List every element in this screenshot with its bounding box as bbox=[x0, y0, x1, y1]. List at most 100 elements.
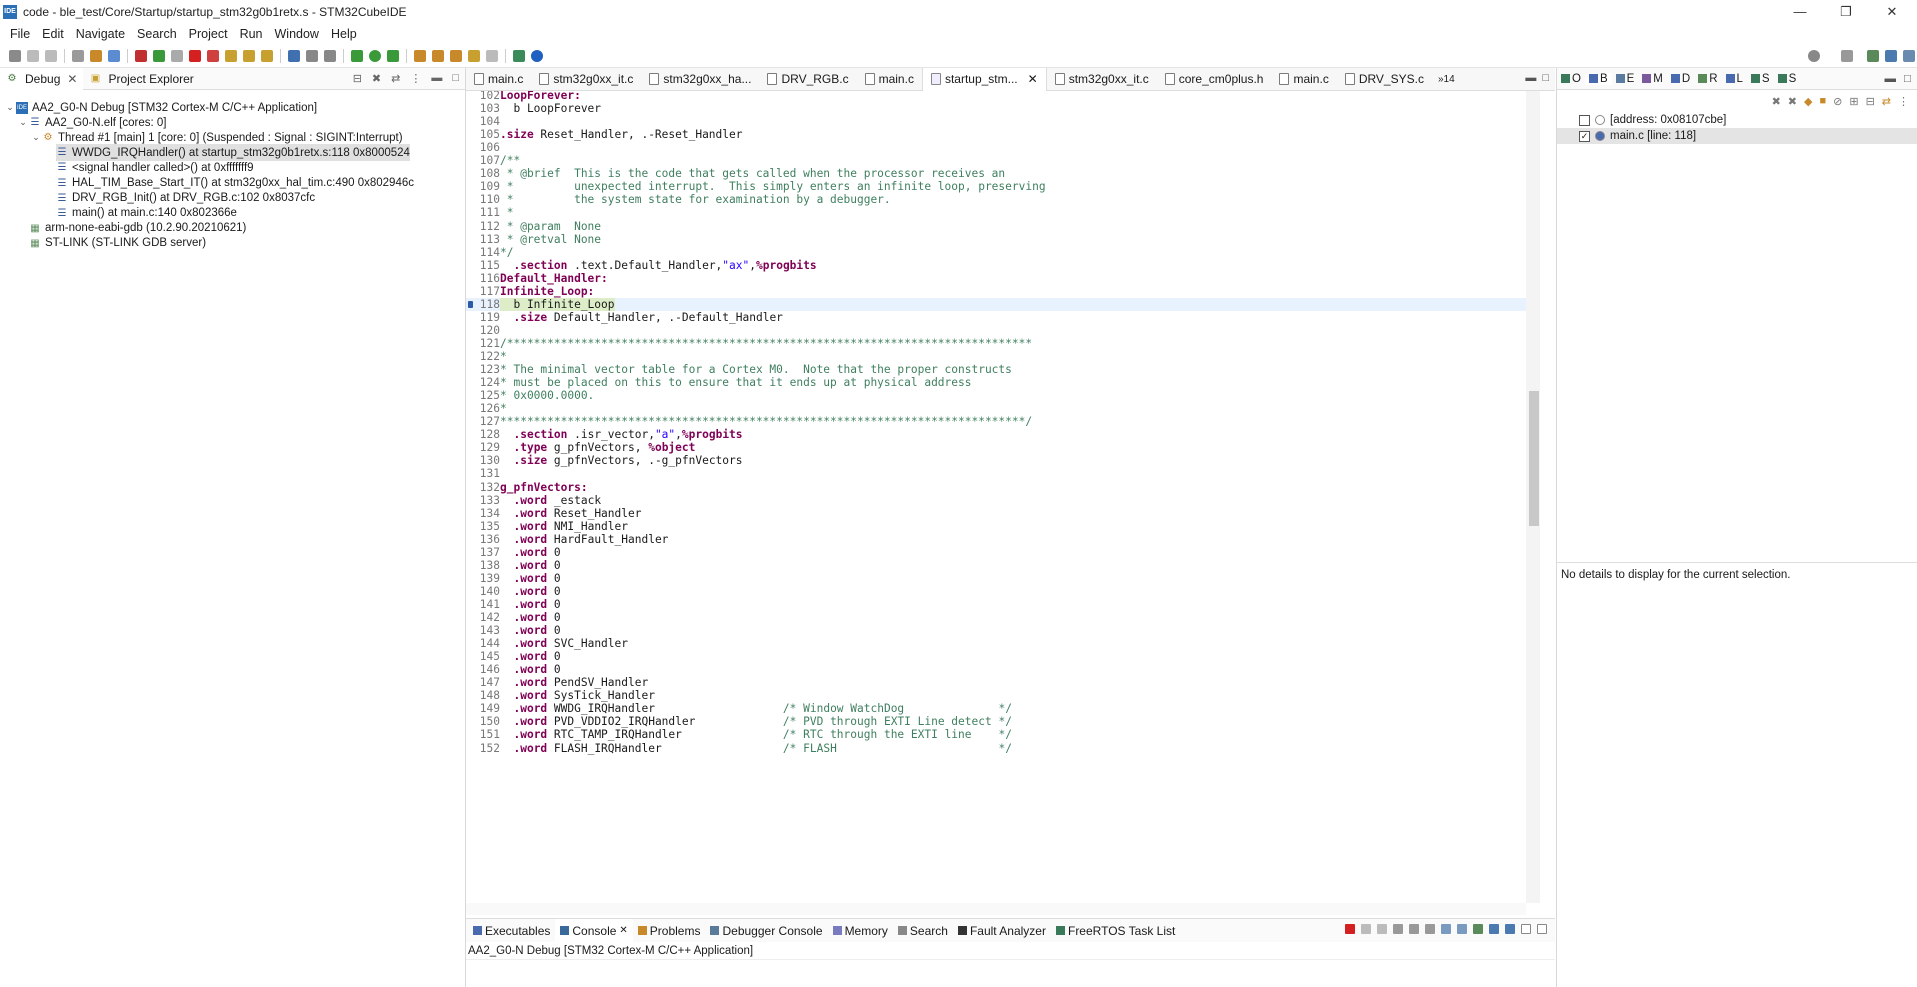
right-tab-l-6[interactable]: L bbox=[1722, 73, 1747, 85]
link-editor-icon[interactable]: ⇄ bbox=[1882, 95, 1891, 108]
forward-icon[interactable] bbox=[486, 49, 498, 62]
tab-search[interactable]: Search bbox=[893, 919, 953, 942]
run-icon[interactable] bbox=[369, 49, 381, 62]
step-into-icon[interactable] bbox=[225, 49, 237, 62]
maximize-view-icon[interactable]: □ bbox=[452, 72, 459, 85]
expand-all-icon[interactable]: ⊞ bbox=[1849, 95, 1858, 108]
restart-icon[interactable] bbox=[324, 49, 336, 62]
editor-tab-stm32g0xx-it-c[interactable]: stm32g0xx_it.c bbox=[531, 68, 641, 91]
editor-tab-startup-stm-[interactable]: startup_stm... ✕ bbox=[921, 67, 1047, 91]
save-all-icon[interactable] bbox=[45, 49, 57, 62]
open-console-icon[interactable] bbox=[1505, 924, 1515, 934]
collapse-all-icon[interactable]: ⊟ bbox=[353, 72, 362, 85]
info-icon[interactable] bbox=[531, 49, 543, 62]
tab-freertos-task-list[interactable]: FreeRTOS Task List bbox=[1051, 919, 1180, 942]
right-tab-s-8[interactable]: S bbox=[1774, 73, 1801, 85]
right-tab-o-0[interactable]: O bbox=[1557, 73, 1585, 85]
suspend-icon[interactable] bbox=[171, 49, 183, 62]
pin-console-icon[interactable] bbox=[1473, 924, 1483, 934]
show-breakpoints-icon[interactable]: ◆ bbox=[1804, 95, 1812, 108]
scroll-lock-icon[interactable] bbox=[1409, 924, 1419, 934]
minimize-button[interactable]: — bbox=[1777, 0, 1823, 23]
cpp-perspective-icon[interactable] bbox=[1867, 49, 1879, 62]
open-perspective-icon[interactable] bbox=[513, 49, 525, 62]
tab-fault-analyzer[interactable]: Fault Analyzer bbox=[953, 919, 1051, 942]
vertical-scrollbar[interactable] bbox=[1526, 91, 1540, 903]
goto-file-icon[interactable]: ■ bbox=[1819, 95, 1826, 107]
show-on-error-icon[interactable] bbox=[1457, 924, 1467, 934]
debug-icon[interactable] bbox=[351, 49, 363, 62]
remove-breakpoint-icon[interactable]: ✖ bbox=[1772, 95, 1781, 108]
close-window-button[interactable]: ✕ bbox=[1869, 0, 1915, 23]
menu-help[interactable]: Help bbox=[325, 27, 363, 41]
remove-terminated-icon[interactable]: ✖ bbox=[372, 72, 381, 85]
right-tab-s-7[interactable]: S bbox=[1747, 73, 1774, 85]
horizontal-scrollbar[interactable] bbox=[466, 903, 1526, 915]
minimize-view-icon[interactable]: ▬ bbox=[1525, 72, 1536, 84]
menu-search[interactable]: Search bbox=[131, 27, 183, 41]
reset-icon[interactable] bbox=[306, 49, 318, 62]
right-tab-m-3[interactable]: M bbox=[1638, 73, 1667, 85]
clear-console-icon[interactable] bbox=[1393, 924, 1403, 934]
collapse-all-icon[interactable]: ⊟ bbox=[1866, 95, 1875, 108]
breakpoint-item[interactable]: [address: 0x08107cbe] bbox=[1557, 112, 1917, 128]
tab-overflow[interactable]: »14 bbox=[1438, 74, 1455, 85]
link-icon[interactable]: ⇄ bbox=[391, 72, 400, 85]
debug-perspective-icon[interactable] bbox=[1903, 49, 1915, 62]
expand-toggle-icon[interactable]: ⌄ bbox=[30, 132, 42, 143]
editor-tab-main-c[interactable]: main.c bbox=[466, 68, 531, 91]
minimize-view-icon[interactable]: ▬ bbox=[431, 72, 442, 85]
scrollbar-thumb[interactable] bbox=[1529, 391, 1539, 526]
tab-problems[interactable]: Problems bbox=[633, 919, 706, 942]
instruction-stepping-icon[interactable] bbox=[288, 49, 300, 62]
restore-button[interactable]: ❐ bbox=[1823, 0, 1869, 23]
expand-toggle-icon[interactable]: ⌄ bbox=[17, 117, 29, 128]
tab-executables[interactable]: Executables bbox=[468, 919, 555, 942]
step-return-icon[interactable] bbox=[261, 49, 273, 62]
menu-window[interactable]: Window bbox=[269, 27, 325, 41]
maximize-view-icon[interactable] bbox=[1537, 924, 1547, 934]
tree-row[interactable]: ▦ ST-LINK (ST-LINK GDB server) bbox=[17, 235, 206, 252]
perspective-icon[interactable] bbox=[1841, 49, 1853, 62]
close-icon[interactable]: ✕ bbox=[619, 925, 627, 936]
view-menu-icon[interactable]: ⋮ bbox=[410, 72, 421, 85]
maximize-view-icon[interactable]: □ bbox=[1542, 72, 1549, 84]
editor-tab-core-cm0plus-h[interactable]: core_cm0plus.h bbox=[1157, 68, 1272, 91]
show-on-output-icon[interactable] bbox=[1441, 924, 1451, 934]
disconnect-icon[interactable] bbox=[135, 49, 147, 62]
close-icon[interactable]: ✕ bbox=[1028, 72, 1038, 86]
right-tab-d-4[interactable]: D bbox=[1667, 73, 1694, 85]
editor-tab-main-c[interactable]: main.c bbox=[857, 68, 922, 91]
remove-launch-icon[interactable] bbox=[1361, 924, 1371, 934]
tab-debugger-console[interactable]: Debugger Console bbox=[705, 919, 827, 942]
right-tab-b-1[interactable]: B bbox=[1584, 72, 1612, 85]
menu-file[interactable]: File bbox=[4, 27, 36, 41]
view-menu-icon[interactable]: ⋮ bbox=[1898, 95, 1909, 108]
next-annotation-icon[interactable] bbox=[414, 49, 426, 62]
maximize-view-icon[interactable]: □ bbox=[1904, 73, 1911, 85]
code-area[interactable]: 102LoopForever: 103 b LoopForever 104 105.s… bbox=[466, 91, 1526, 903]
breakpoint-marker-icon[interactable] bbox=[468, 300, 473, 308]
tab-console[interactable]: Console ✕ bbox=[555, 919, 633, 942]
back-icon[interactable] bbox=[468, 49, 480, 62]
breakpoint-item[interactable]: ✓ main.c [line: 118] bbox=[1557, 128, 1917, 144]
editor-tab-stm32g0xx-ha-[interactable]: stm32g0xx_ha... bbox=[641, 68, 759, 91]
editor-tab-stm32g0xx-it-c[interactable]: stm32g0xx_it.c bbox=[1047, 68, 1157, 91]
right-tab-r-5[interactable]: R bbox=[1694, 73, 1721, 85]
breakpoint-checkbox[interactable]: ✓ bbox=[1579, 130, 1590, 142]
resume-icon[interactable] bbox=[153, 49, 165, 62]
skip-all-icon[interactable]: ⊘ bbox=[1833, 95, 1842, 108]
last-edit-icon[interactable] bbox=[450, 49, 462, 62]
right-tab-e-2[interactable]: E bbox=[1612, 73, 1639, 85]
build-icon[interactable] bbox=[90, 49, 102, 62]
menu-navigate[interactable]: Navigate bbox=[70, 27, 131, 41]
remove-all-icon[interactable] bbox=[1377, 924, 1387, 934]
menu-edit[interactable]: Edit bbox=[36, 27, 70, 41]
editor-tab-main-c[interactable]: main.c bbox=[1271, 68, 1336, 91]
breakpoint-checkbox[interactable] bbox=[1579, 114, 1590, 126]
editor-tab-drv-rgb-c[interactable]: DRV_RGB.c bbox=[759, 68, 856, 91]
remove-all-breakpoints-icon[interactable]: ✖ bbox=[1788, 95, 1797, 108]
terminate-icon[interactable] bbox=[189, 49, 201, 62]
display-console-icon[interactable] bbox=[1489, 924, 1499, 934]
minimize-view-icon[interactable]: ▬ bbox=[1885, 73, 1897, 85]
